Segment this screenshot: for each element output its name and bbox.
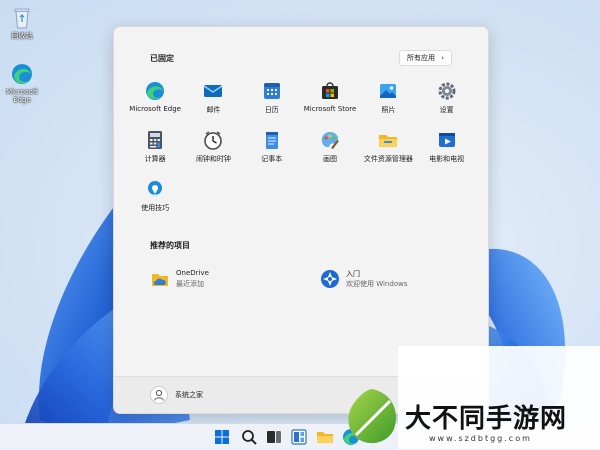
pinned-app-paint[interactable]: 画图 [301,124,359,173]
avatar [150,386,168,404]
all-apps-button[interactable]: 所有应用 › [398,50,452,66]
pinned-app-label: 设置 [439,106,454,114]
recommended-title: 推荐的项目 [150,241,190,250]
pinned-apps-grid: Microsoft Edge 邮件 日历 Microsoft Store 照片 … [126,75,476,222]
calendar-icon [262,81,282,101]
pinned-title: 已固定 [150,54,174,63]
recommended-item-get-started[interactable]: 入门 欢迎使用 Windows [320,267,470,291]
clock-icon [203,130,223,150]
windows-start-icon[interactable] [213,428,231,446]
pinned-app-calendar[interactable]: 日历 [243,75,301,124]
photos-icon [378,81,398,101]
edge-icon [145,81,165,101]
edge-icon [10,62,34,86]
pinned-app-label: 照片 [381,106,396,114]
pinned-app-label: 日历 [264,106,279,114]
get-started-icon [320,269,340,289]
desktop-icon-label: Microsoft Edge [6,88,38,104]
tips-icon [145,179,165,199]
watermark-logo-icon [348,389,396,444]
paint-icon [320,130,340,150]
task-view-icon[interactable] [265,428,283,446]
recommended-item-title: OneDrive [176,269,209,277]
desktop-icon-label: 回收站 [11,32,33,40]
pinned-app-calculator[interactable]: 计算器 [126,124,184,173]
recommended-item-subtitle: 最近添加 [176,280,204,288]
pinned-app-label: Microsoft Edge [129,105,181,113]
watermark-url: www.szdbtgg.com [429,434,532,443]
pinned-app-store[interactable]: Microsoft Store [301,75,359,124]
search-icon[interactable] [240,428,258,446]
all-apps-label: 所有应用 [406,54,435,62]
file-explorer-icon [378,130,398,150]
calculator-icon [145,130,165,150]
pinned-app-settings[interactable]: 设置 [417,75,475,124]
store-icon [320,81,340,101]
recommended-item-title: 入门 [346,270,360,278]
movies-tv-icon [437,130,457,150]
chevron-right-icon: › [441,54,444,62]
pinned-app-notepad[interactable]: 记事本 [243,124,301,173]
pinned-app-photos[interactable]: 照片 [359,75,417,124]
pinned-app-label: 闹钟和时钟 [195,155,231,163]
pinned-app-edge[interactable]: Microsoft Edge [126,75,184,124]
mail-icon [203,81,223,101]
pinned-app-label: 邮件 [206,106,221,114]
recycle-bin-icon [10,6,34,30]
file-explorer-icon[interactable] [316,428,334,446]
pinned-app-file-explorer[interactable]: 文件资源管理器 [359,124,417,173]
pinned-app-label: 电影和电视 [429,155,465,163]
onedrive-icon [150,269,170,289]
pinned-app-tips[interactable]: 使用技巧 [126,173,184,222]
pinned-app-label: Microsoft Store [303,105,357,113]
desktop-icon-recycle-bin[interactable]: 回收站 [0,6,44,40]
user-name: 系统之家 [175,391,203,399]
recommended-item-subtitle: 欢迎使用 Windows [346,280,408,288]
pinned-app-mail[interactable]: 邮件 [184,75,242,124]
watermark-title: 大不同手游网 [405,404,568,434]
settings-icon [437,81,457,101]
pinned-app-label: 计算器 [144,155,166,163]
pinned-app-label: 记事本 [261,155,283,163]
pinned-app-label: 画图 [323,155,338,163]
pinned-app-clock[interactable]: 闹钟和时钟 [184,124,242,173]
pinned-app-movies-tv[interactable]: 电影和电视 [417,124,475,173]
recommended-item-onedrive[interactable]: OneDrive 最近添加 [150,267,300,291]
pinned-app-label: 使用技巧 [141,204,170,212]
desktop-icon-edge[interactable]: Microsoft Edge [0,62,44,104]
notepad-icon [262,130,282,150]
widgets-icon[interactable] [290,428,308,446]
pinned-app-label: 文件资源管理器 [363,155,413,163]
